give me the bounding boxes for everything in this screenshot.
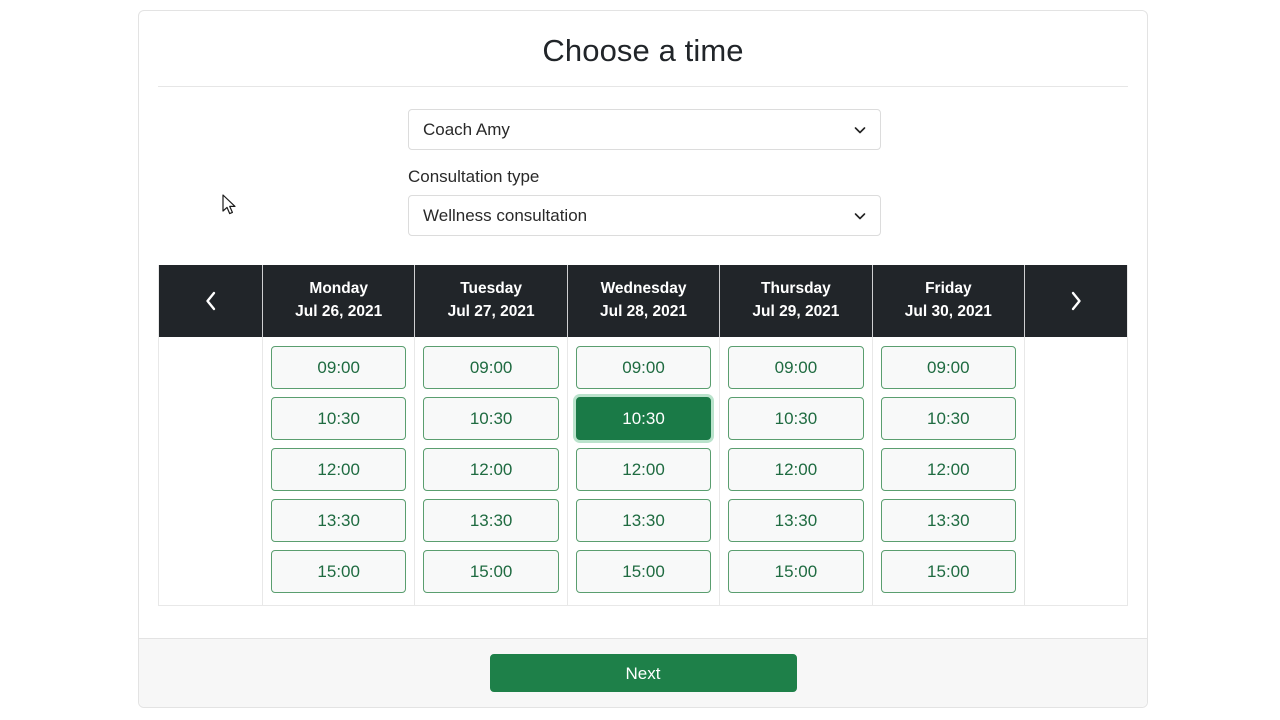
day-date: Jul 28, 2021: [599, 303, 688, 320]
time-slot[interactable]: 15:00: [423, 550, 559, 593]
time-slot[interactable]: 12:00: [423, 448, 559, 491]
day-date: Jul 27, 2021: [447, 303, 535, 320]
prev-week-button[interactable]: [159, 265, 262, 337]
time-slot[interactable]: 13:30: [423, 499, 559, 542]
time-slot[interactable]: 12:00: [271, 448, 407, 491]
next-button[interactable]: Next: [489, 654, 797, 692]
time-slot[interactable]: 15:00: [575, 550, 712, 593]
time-slot[interactable]: 09:00: [423, 346, 559, 389]
time-slot[interactable]: 10:30: [728, 397, 864, 440]
calendar-right-gutter: [1024, 337, 1127, 605]
next-week-button[interactable]: [1024, 265, 1127, 337]
slot-column: 09:00 10:30 12:00 13:30 15:00: [719, 337, 871, 605]
chevron-left-icon: [201, 288, 221, 314]
time-slot[interactable]: 15:00: [271, 550, 407, 593]
day-name: Friday: [925, 280, 972, 298]
slot-column: 09:00 10:30 12:00 13:30 15:00: [566, 337, 719, 605]
choose-time-dialog: Choose a time Coach Amy Consultation typ…: [138, 10, 1148, 708]
page-title: Choose a time: [542, 33, 744, 68]
time-slot[interactable]: 12:00: [728, 448, 864, 491]
time-slot[interactable]: 13:30: [728, 499, 864, 542]
calendar-header-row: Monday Jul 26, 2021 Tuesday Jul 27, 2021 Wed…: [159, 265, 1127, 337]
calendar-day-header: Friday Jul 30, 2021: [871, 265, 1024, 337]
consultation-type-label: Consultation type: [408, 167, 540, 186]
chevron-down-icon: [853, 123, 867, 137]
time-slot[interactable]: 10:30: [880, 397, 1017, 440]
time-slot[interactable]: 13:30: [575, 499, 712, 542]
slot-column: 09:00 10:30 12:00 13:30 15:00: [414, 337, 566, 605]
time-slot[interactable]: 09:00: [575, 346, 712, 389]
day-name: Wednesday: [600, 280, 687, 298]
day-date: Jul 29, 2021: [752, 303, 840, 320]
day-date: Jul 30, 2021: [904, 303, 992, 320]
day-name: Monday: [309, 280, 368, 298]
screen: Choose a time Coach Amy Consultation typ…: [0, 0, 1280, 720]
form-area: Coach Amy Consultation type Wellness con…: [139, 87, 1147, 236]
time-slot[interactable]: 12:00: [575, 448, 712, 491]
slot-column: 09:00 10:30 12:00 13:30 15:00: [262, 337, 414, 605]
consultation-type-value: Wellness consultation: [423, 206, 588, 225]
dialog-body: Choose a time Coach Amy Consultation typ…: [139, 11, 1147, 638]
slot-column: 09:00 10:30 12:00 13:30 15:00: [871, 337, 1024, 605]
time-slot[interactable]: 12:00: [880, 448, 1017, 491]
consultation-type-select[interactable]: Wellness consultation: [408, 195, 881, 236]
time-slot[interactable]: 15:00: [880, 550, 1017, 593]
calendar-day-header: Tuesday Jul 27, 2021: [414, 265, 566, 337]
coach-select[interactable]: Coach Amy: [408, 109, 881, 150]
chevron-down-icon: [853, 209, 867, 223]
time-slot-selected[interactable]: 10:30: [575, 397, 712, 440]
day-date: Jul 26, 2021: [295, 303, 383, 320]
day-name: Thursday: [761, 280, 831, 298]
day-name: Tuesday: [460, 280, 522, 298]
time-slot[interactable]: 09:00: [880, 346, 1017, 389]
time-slot[interactable]: 10:30: [423, 397, 559, 440]
time-slot[interactable]: 15:00: [728, 550, 864, 593]
week-calendar: Monday Jul 26, 2021 Tuesday Jul 27, 2021 Wed…: [158, 265, 1128, 606]
calendar-day-header: Monday Jul 26, 2021: [262, 265, 414, 337]
coach-select-value: Coach Amy: [423, 120, 510, 139]
calendar-day-header: Wednesday Jul 28, 2021: [566, 265, 719, 337]
calendar-left-gutter: [159, 337, 262, 605]
calendar-day-header: Thursday Jul 29, 2021: [719, 265, 871, 337]
time-slot[interactable]: 13:30: [271, 499, 407, 542]
time-slot[interactable]: 13:30: [880, 499, 1017, 542]
time-slot[interactable]: 09:00: [728, 346, 864, 389]
dialog-footer: Next: [139, 638, 1147, 707]
chevron-right-icon: [1066, 288, 1086, 314]
calendar-slots-row: 09:00 10:30 12:00 13:30 15:00 09:00 10:30 12:00…: [159, 337, 1127, 605]
time-slot[interactable]: 10:30: [271, 397, 407, 440]
time-slot[interactable]: 09:00: [271, 346, 407, 389]
